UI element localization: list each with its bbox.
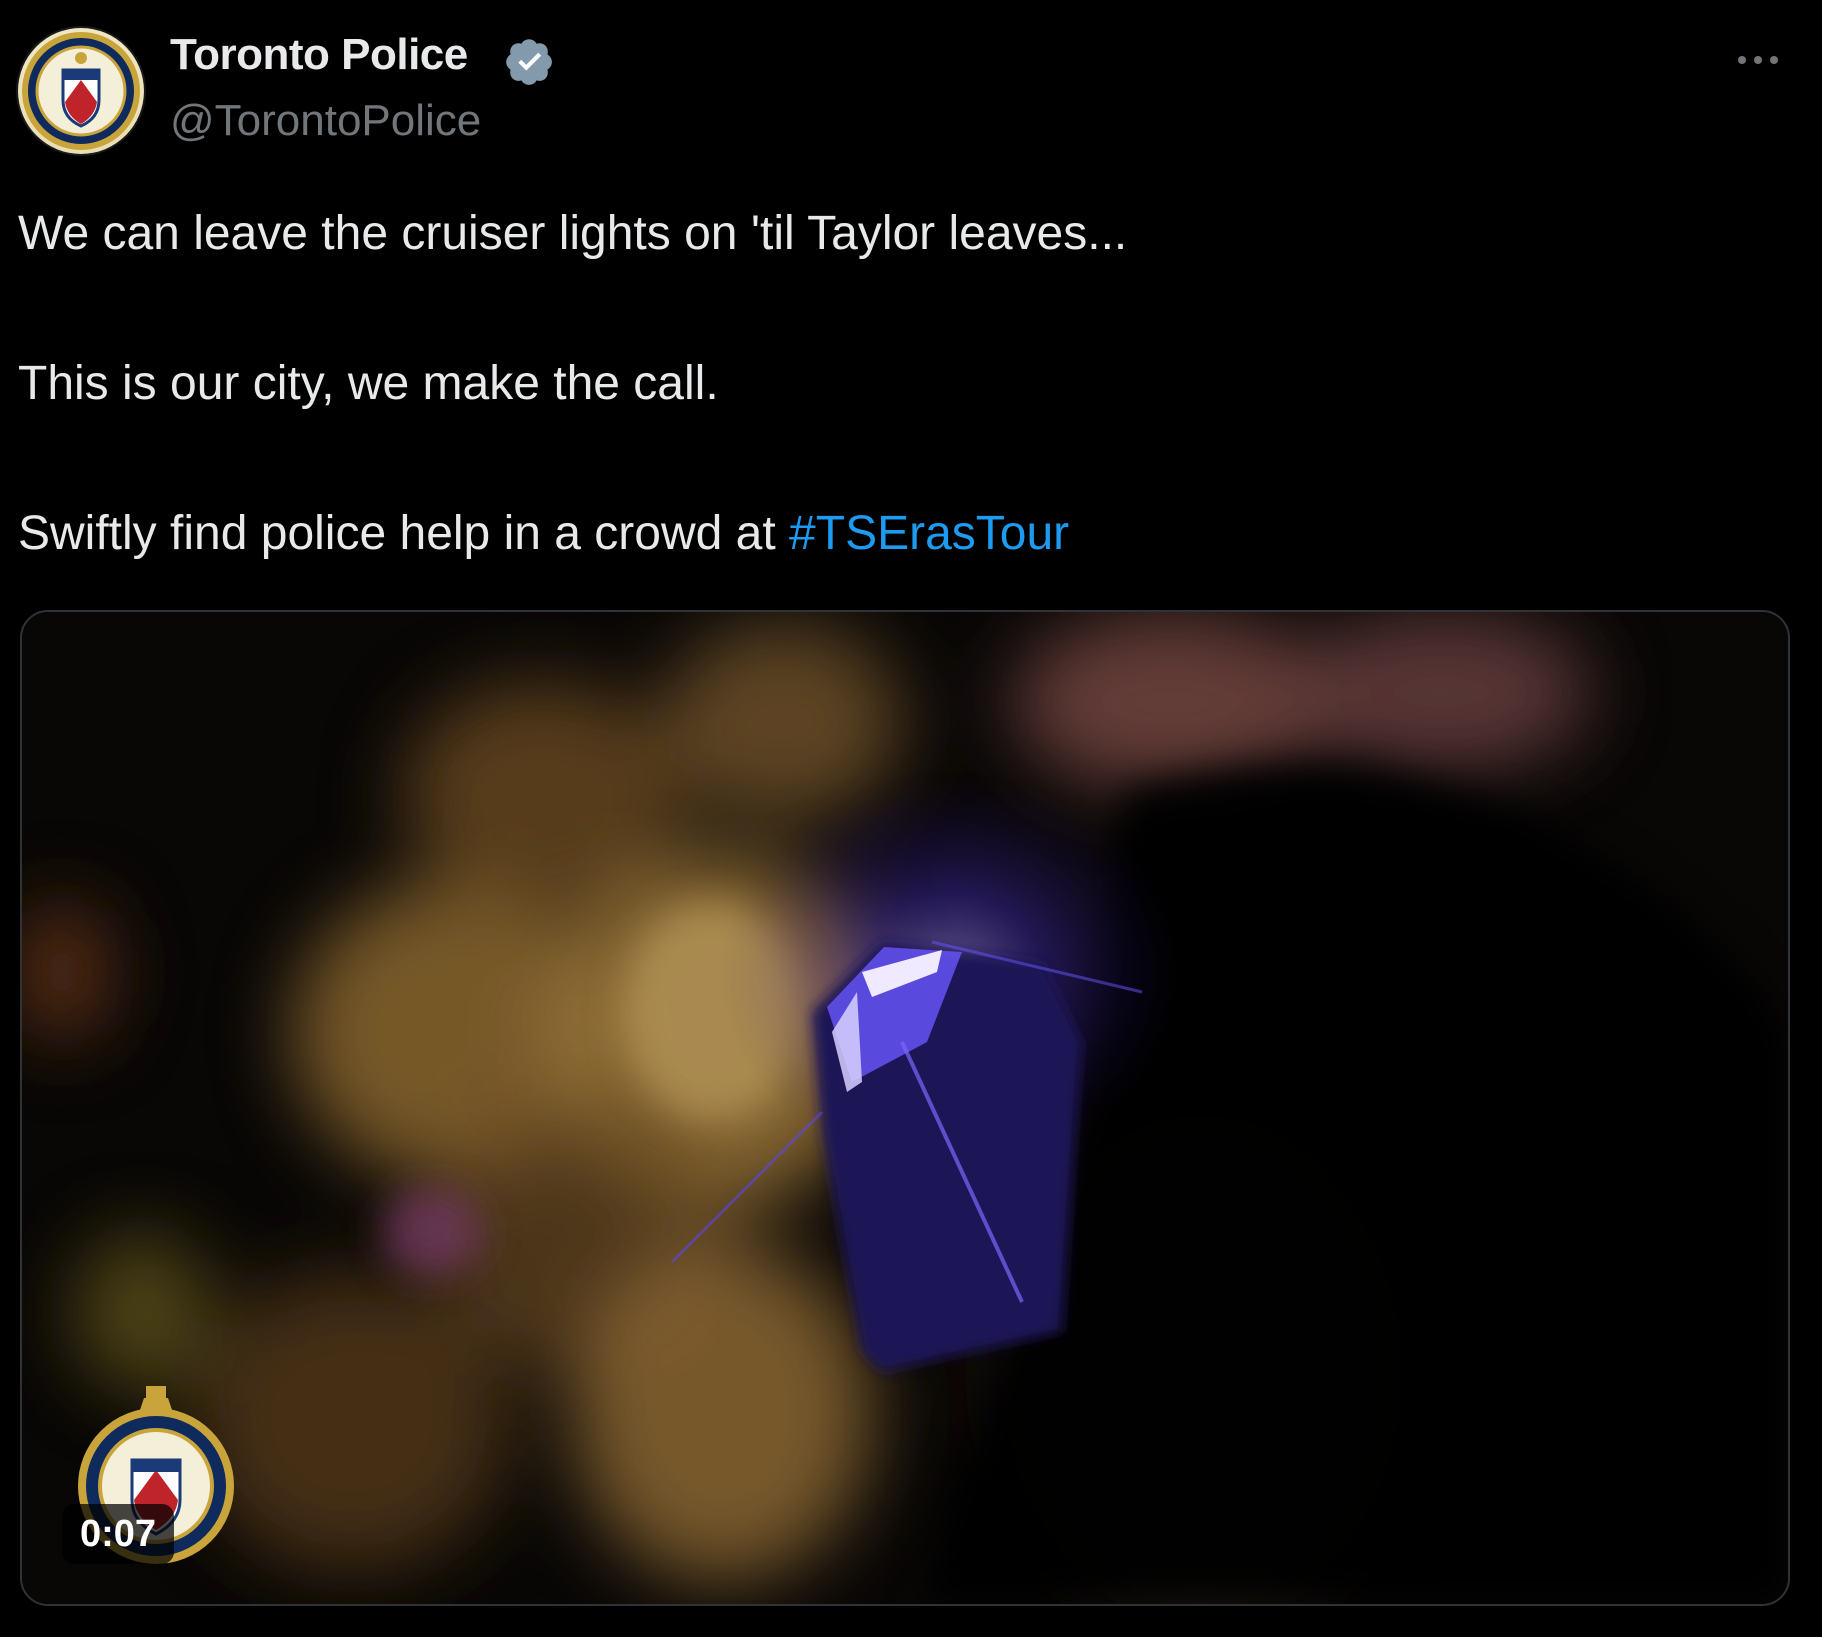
video-duration-badge: 0:07 (62, 1504, 175, 1564)
account-handle[interactable]: @TorontoPolice (170, 96, 481, 146)
more-horizontal-icon (1738, 56, 1778, 64)
avatar[interactable] (18, 28, 144, 154)
toronto-police-crest-icon (22, 32, 140, 150)
more-options-button[interactable] (1734, 36, 1782, 84)
tweet-line-3-text: Swiftly find police help in a crowd at (18, 507, 790, 560)
tweet-line-1: We can leave the cruiser lights on 'til … (18, 207, 1128, 260)
tweet-line-3: Swiftly find police help in a crowd at #… (18, 502, 1069, 566)
hashtag-link[interactable]: #TSErasTour (789, 507, 1069, 560)
video-thumbnail (22, 612, 1788, 1604)
verified-badge-icon (506, 39, 552, 85)
video-player[interactable]: 0:07 (20, 610, 1790, 1606)
tweet-line-2: This is our city, we make the call. (18, 357, 719, 410)
display-name[interactable]: Toronto Police (170, 30, 468, 80)
